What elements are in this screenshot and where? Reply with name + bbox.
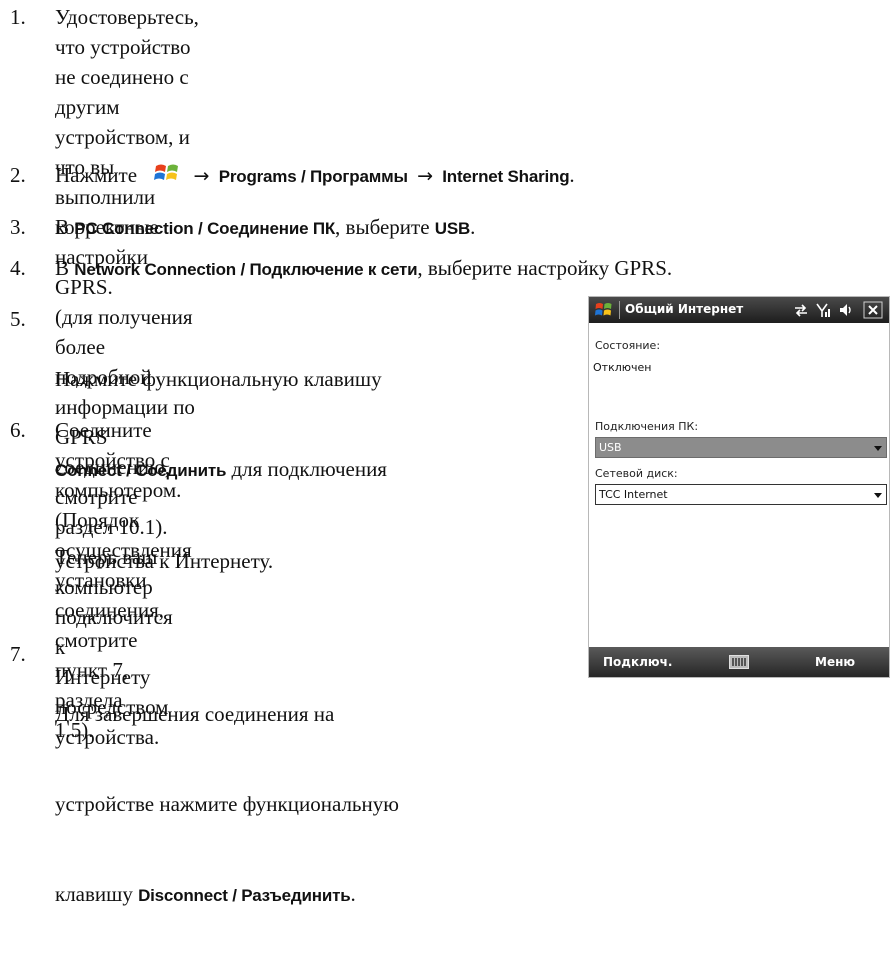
signal-icon[interactable] <box>814 301 832 319</box>
status-value: Отключен <box>593 361 652 374</box>
device-screenshot: Общий Интернет Состояние: Отключен Подкл… <box>588 296 890 678</box>
status-label: Состояние: <box>595 339 661 352</box>
step-text: В <box>55 215 75 239</box>
network-connection-value: TCC Internet <box>599 488 668 501</box>
step-text-line: Нажмите функциональную клавишу <box>55 367 382 391</box>
step-text: клавишу <box>55 882 139 906</box>
menu-softkey[interactable]: Меню <box>815 655 855 669</box>
step-number: 6. <box>10 418 26 442</box>
step-text: Нажмите <box>55 163 138 187</box>
step-text: В <box>55 256 75 280</box>
arrow-icon: → <box>417 165 433 187</box>
dropdown-caret-icon <box>874 493 882 498</box>
close-icon[interactable] <box>863 301 883 319</box>
step-number: 2. <box>10 163 26 187</box>
step-number: 3. <box>10 215 26 239</box>
title-bar: Общий Интернет <box>589 297 889 323</box>
pc-connection-value: USB <box>599 441 622 454</box>
setting-name: PC Connection / Соединение ПК <box>74 219 336 238</box>
setting-value: USB <box>434 219 471 238</box>
connect-softkey[interactable]: Подключ. <box>603 655 672 669</box>
network-connection-label: Сетевой диск: <box>595 467 678 480</box>
windows-start-icon <box>154 164 179 180</box>
connectivity-icon[interactable] <box>792 301 810 319</box>
network-connection-dropdown[interactable]: TCC Internet <box>595 484 887 505</box>
volume-icon[interactable] <box>837 301 855 319</box>
keyboard-icon[interactable] <box>729 655 749 669</box>
window-title: Общий Интернет <box>625 302 744 316</box>
title-separator <box>619 301 620 319</box>
step-text: , выберите настройку GPRS. <box>417 256 673 280</box>
step-text-line: Соедините устройство с компьютером. <box>55 418 182 502</box>
step-text: , выберите <box>335 215 435 239</box>
punctuation: . <box>569 163 575 187</box>
step-number: 4. <box>10 256 26 280</box>
arrow-icon: → <box>193 165 210 187</box>
setting-name: Network Connection / Подключение к сети <box>74 260 418 279</box>
windows-flag-icon[interactable] <box>595 301 613 319</box>
pc-connection-label: Подключения ПК: <box>595 420 699 433</box>
dropdown-caret-icon <box>874 446 882 451</box>
step-text-line: Удостоверьтесь, что устройство не соедин… <box>55 5 199 119</box>
step-text-line: устройстве нажмите функциональную <box>55 792 399 816</box>
step-text-line: Для завершения соединения на <box>55 702 335 726</box>
pc-connection-dropdown[interactable]: USB <box>595 437 887 458</box>
punctuation: . <box>350 882 356 906</box>
menu-path-programs: Programs / Программы <box>218 167 408 186</box>
softkey-name: Disconnect / Разъединить <box>138 886 351 905</box>
punctuation: . <box>470 215 476 239</box>
step-number: 1. <box>10 5 26 29</box>
step-number: 5. <box>10 307 26 331</box>
step-number: 7. <box>10 642 26 666</box>
step-text: для подключения <box>226 457 387 481</box>
menu-path-internet-sharing: Internet Sharing <box>442 167 570 186</box>
softkey-bar: Подключ. Меню <box>589 647 889 677</box>
